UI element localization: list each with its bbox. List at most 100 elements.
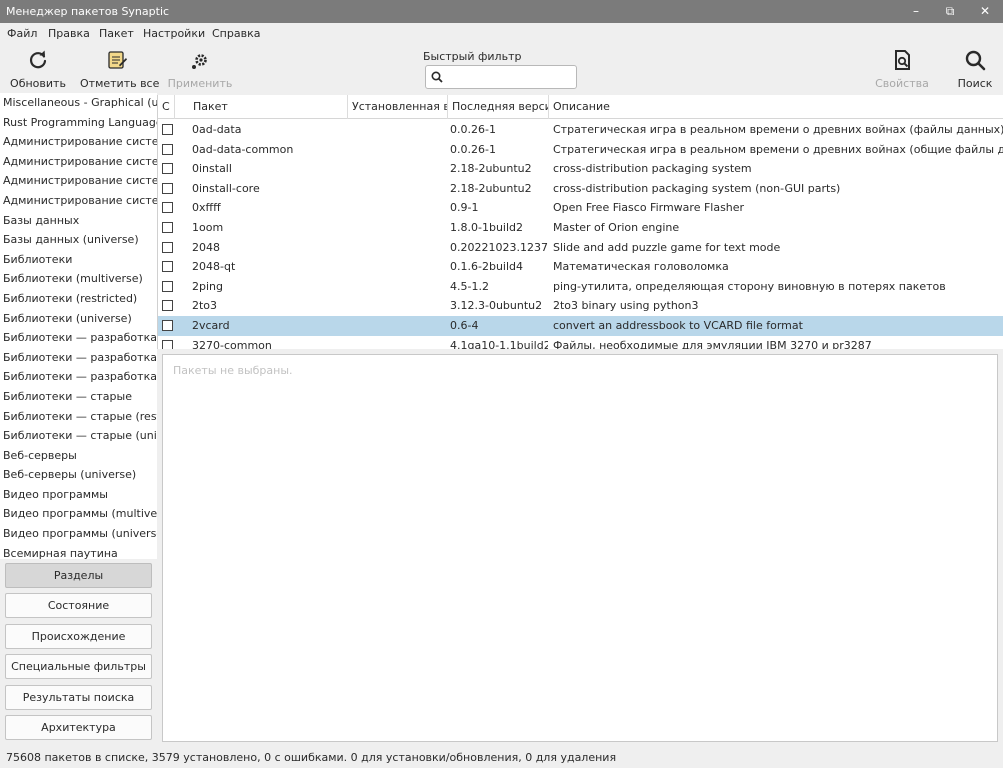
apply-label: Применить xyxy=(167,77,233,90)
no-package-selected-text: Пакеты не выбраны. xyxy=(173,364,293,377)
sections-list: Miscellaneous - Graphical (universe) Rus… xyxy=(0,93,157,559)
section-item[interactable]: Базы данных (universe) xyxy=(0,230,157,250)
package-name: 2048-qt xyxy=(192,260,236,274)
package-checkbox[interactable] xyxy=(162,280,173,292)
package-checkbox[interactable] xyxy=(162,300,173,312)
package-checkbox[interactable] xyxy=(162,124,173,135)
installed-version xyxy=(352,277,446,297)
package-checkbox[interactable] xyxy=(162,241,173,253)
menu-package[interactable]: Пакет xyxy=(99,27,134,40)
column-package[interactable]: Пакет xyxy=(189,95,348,119)
package-row[interactable]: 0ad-data-common 0.0.26-1 Стратегическая иг… xyxy=(158,140,1003,160)
latest-version: 2.18-2ubuntu2 xyxy=(450,181,532,195)
package-description: Open Free Fiasco Firmware Flasher xyxy=(553,201,745,215)
custom-filters-button[interactable]: Специальные фильтры xyxy=(5,654,152,679)
package-checkbox[interactable] xyxy=(162,143,173,155)
package-description: Файлы, необходимые для эмуляции IBM 3270… xyxy=(553,338,872,349)
search-button[interactable]: Поиск xyxy=(953,49,997,91)
column-installed-version[interactable]: Установленная версия xyxy=(348,95,448,119)
section-item[interactable]: Администрирование системы (universe) xyxy=(0,191,157,211)
menu-help[interactable]: Справка xyxy=(212,27,260,40)
package-row[interactable]: 2ping 4.5-1.2 ping-утилита, определяющая с… xyxy=(158,277,1003,297)
section-item[interactable]: Библиотеки — старые xyxy=(0,387,157,407)
package-checkbox[interactable] xyxy=(162,163,173,175)
properties-button[interactable]: Свойства xyxy=(872,49,932,91)
minimize-button[interactable]: – xyxy=(906,2,926,20)
section-item[interactable]: Библиотеки — разработка xyxy=(0,328,157,348)
section-item[interactable]: Видео программы xyxy=(0,485,157,505)
section-item[interactable]: Библиотеки (multiverse) xyxy=(0,269,157,289)
section-item[interactable]: Библиотеки — старые (restricted) xyxy=(0,407,157,427)
package-row[interactable]: 0xffff 0.9-1 Open Free Fiasco Firmware Fla… xyxy=(158,198,1003,218)
reload-label: Обновить xyxy=(10,77,66,90)
search-results-button[interactable]: Результаты поиска xyxy=(5,685,152,710)
package-checkbox[interactable] xyxy=(162,222,173,233)
section-item[interactable]: Базы данных xyxy=(0,211,157,231)
package-row[interactable]: 0ad-data 0.0.26-1 Стратегическая игра в ре… xyxy=(158,120,1003,140)
filter-buttons: Разделы Состояние Происхождение Специаль… xyxy=(0,559,157,745)
latest-version: 4.1ga10-1.1build2 xyxy=(450,338,548,349)
quick-filter-input[interactable] xyxy=(448,68,573,86)
package-row[interactable]: 2vcard 0.6-4 convert an addressbook to VCA… xyxy=(158,316,1003,336)
package-description: convert an addressbook to VCARD file for… xyxy=(553,319,803,332)
menu-file[interactable]: Файл xyxy=(7,27,37,40)
column-description[interactable]: Описание xyxy=(549,95,1003,119)
sections-filter-button[interactable]: Разделы xyxy=(5,563,152,588)
section-item[interactable]: Видео программы (universe) xyxy=(0,524,157,544)
package-row[interactable]: 1oom 1.8.0-1build2 Master of Orion engine xyxy=(158,218,1003,238)
package-checkbox[interactable] xyxy=(162,182,173,194)
package-details: Пакеты не выбраны. xyxy=(162,354,998,742)
section-item[interactable]: Веб-серверы (universe) xyxy=(0,465,157,485)
package-row[interactable]: 0install-core 2.18-2ubuntu2 cross-distribu… xyxy=(158,179,1003,199)
section-item[interactable]: Веб-серверы xyxy=(0,446,157,466)
menu-settings[interactable]: Настройки xyxy=(143,27,205,40)
section-item[interactable]: Rust Programming Language (universe) xyxy=(0,113,157,133)
close-button[interactable]: ✕ xyxy=(975,2,995,20)
package-row[interactable]: 0install 2.18-2ubuntu2 cross-distribution … xyxy=(158,159,1003,179)
section-item[interactable]: Библиотеки — разработка (multiverse) xyxy=(0,348,157,368)
menu-edit[interactable]: Правка xyxy=(48,27,90,40)
section-item[interactable]: Miscellaneous - Graphical (universe) xyxy=(0,93,157,113)
section-item[interactable]: Библиотеки (universe) xyxy=(0,309,157,329)
package-checkbox[interactable] xyxy=(162,339,173,349)
package-row[interactable]: 2048-qt 0.1.6-2build4 Математическая голов… xyxy=(158,257,1003,277)
section-item[interactable]: Администрирование системы (restricted) xyxy=(0,171,157,191)
properties-icon xyxy=(895,50,910,70)
section-item[interactable]: Библиотеки (restricted) xyxy=(0,289,157,309)
origin-filter-button[interactable]: Происхождение xyxy=(5,624,152,649)
section-item[interactable]: Библиотеки — старые (universe) xyxy=(0,426,157,446)
section-item[interactable]: Видео программы (multiverse) xyxy=(0,504,157,524)
package-description: Математическая головоломка xyxy=(553,260,729,274)
quick-filter-field[interactable] xyxy=(425,65,577,89)
package-checkbox[interactable] xyxy=(162,261,173,273)
package-checkbox[interactable] xyxy=(162,202,173,214)
section-item[interactable]: Библиотеки — разработка (universe) xyxy=(0,367,157,387)
section-item[interactable]: Всемирная паутина xyxy=(0,544,157,559)
section-item[interactable]: Библиотеки xyxy=(0,250,157,270)
architecture-filter-button[interactable]: Архитектура xyxy=(5,715,152,740)
reload-button[interactable]: Обновить xyxy=(8,49,68,91)
section-item[interactable]: Администрирование системы xyxy=(0,132,157,152)
latest-version: 3.12.3-0ubuntu2 xyxy=(450,299,543,313)
mark-all-button[interactable]: Отметить все xyxy=(80,49,159,91)
latest-version: 0.0.26-1 xyxy=(450,123,496,136)
column-latest-version[interactable]: Последняя версия xyxy=(448,95,549,119)
installed-version xyxy=(352,336,446,349)
installed-version xyxy=(352,198,446,218)
latest-version: 0.9-1 xyxy=(450,201,479,215)
package-description: 2to3 binary using python3 xyxy=(553,299,699,313)
installed-version xyxy=(352,257,446,277)
installed-version xyxy=(352,140,446,160)
restore-button[interactable]: ⧉ xyxy=(940,2,960,20)
package-row[interactable]: 3270-common 4.1ga10-1.1build2 Файлы, необх… xyxy=(158,336,1003,349)
column-status[interactable]: С xyxy=(158,95,175,119)
status-filter-button[interactable]: Состояние xyxy=(5,593,152,618)
section-item[interactable]: Администрирование системы (multiverse) xyxy=(0,152,157,172)
package-row[interactable]: 2to3 3.12.3-0ubuntu2 2to3 binary using pyt… xyxy=(158,296,1003,316)
apply-button[interactable]: Применить xyxy=(166,49,234,91)
installed-version xyxy=(352,179,446,199)
package-name: 0ad-data xyxy=(192,123,242,136)
package-checkbox[interactable] xyxy=(162,320,173,331)
package-row[interactable]: 2048 0.20221023.1237-1 Slide and add puzzl… xyxy=(158,238,1003,258)
package-description: Slide and add puzzle game for text mode xyxy=(553,240,781,254)
